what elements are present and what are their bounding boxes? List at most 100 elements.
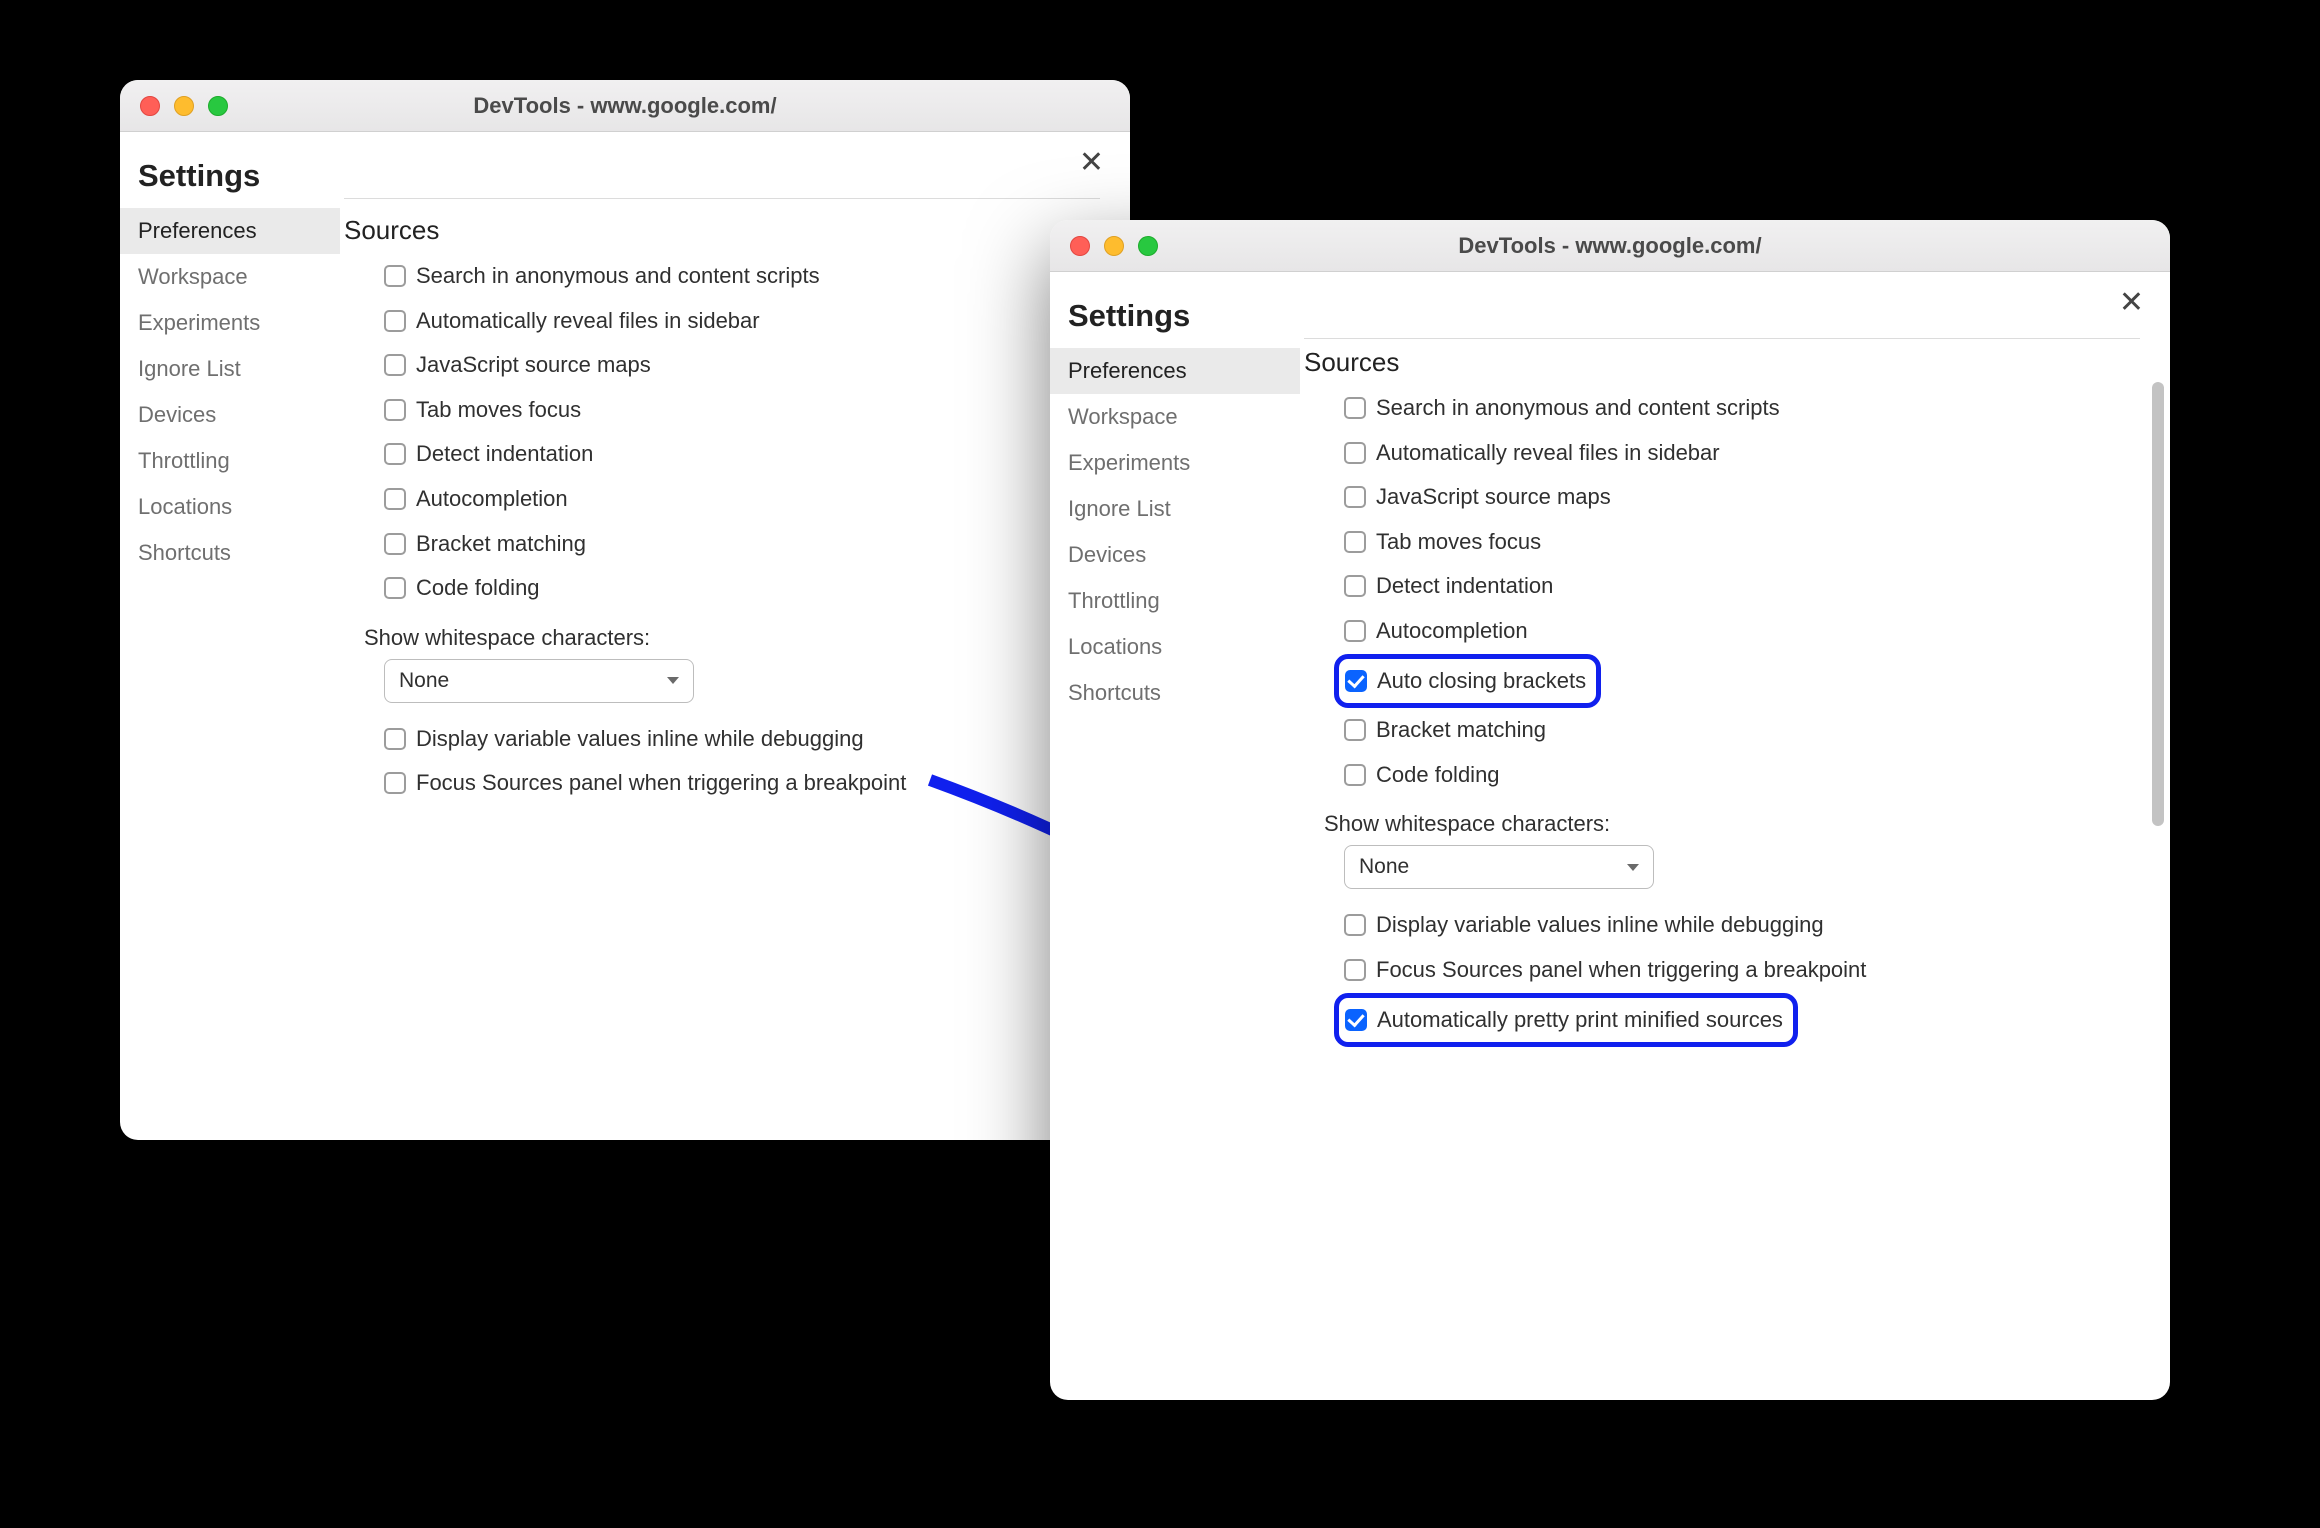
sidebar-item-locations[interactable]: Locations xyxy=(120,484,340,530)
preferences-heading: Preferences xyxy=(344,182,1100,199)
close-settings-icon[interactable]: ✕ xyxy=(1073,144,1110,182)
sidebar-item-workspace[interactable]: Workspace xyxy=(120,254,340,300)
sidebar-item-shortcuts[interactable]: Shortcuts xyxy=(1050,670,1300,716)
option-detect-indentation[interactable]: Detect indentation xyxy=(1344,564,2140,609)
checkbox-icon[interactable] xyxy=(384,533,406,555)
checkbox-icon[interactable] xyxy=(384,443,406,465)
option-display-variable-inline[interactable]: Display variable values inline while deb… xyxy=(384,717,1100,762)
checkbox-icon[interactable] xyxy=(384,488,406,510)
sidebar-item-throttling[interactable]: Throttling xyxy=(120,438,340,484)
checkbox-icon[interactable] xyxy=(384,577,406,599)
sidebar-item-shortcuts[interactable]: Shortcuts xyxy=(120,530,340,576)
sidebar-item-devices[interactable]: Devices xyxy=(1050,532,1300,578)
close-settings-icon[interactable]: ✕ xyxy=(2113,284,2150,322)
settings-sidebar: Settings Preferences Workspace Experimen… xyxy=(120,132,340,1140)
option-focus-sources-panel[interactable]: Focus Sources panel when triggering a br… xyxy=(384,761,1100,806)
settings-sidebar: Settings Preferences Workspace Experimen… xyxy=(1050,272,1300,1400)
titlebar[interactable]: DevTools - www.google.com/ xyxy=(1050,220,2170,272)
settings-heading: Settings xyxy=(1050,290,1300,348)
option-label: Autocompletion xyxy=(416,485,568,514)
checkbox-icon[interactable] xyxy=(384,728,406,750)
whitespace-select[interactable]: None xyxy=(384,659,694,703)
sidebar-item-workspace[interactable]: Workspace xyxy=(1050,394,1300,440)
sidebar-item-locations[interactable]: Locations xyxy=(1050,624,1300,670)
titlebar[interactable]: DevTools - www.google.com/ xyxy=(120,80,1130,132)
scrollbar[interactable] xyxy=(2152,382,2164,1390)
option-tab-moves-focus[interactable]: Tab moves focus xyxy=(1344,520,2140,565)
checkbox-icon[interactable] xyxy=(384,265,406,287)
checkbox-icon[interactable] xyxy=(1344,531,1366,553)
sidebar-item-experiments[interactable]: Experiments xyxy=(1050,440,1300,486)
option-label: Automatically reveal files in sidebar xyxy=(416,307,760,336)
minimize-traffic-icon[interactable] xyxy=(174,96,194,116)
checkbox-icon[interactable] xyxy=(384,310,406,332)
settings-heading: Settings xyxy=(120,150,340,208)
option-js-source-maps[interactable]: JavaScript source maps xyxy=(384,343,1100,388)
option-autocompletion[interactable]: Autocompletion xyxy=(384,477,1100,522)
sidebar-item-ignore-list[interactable]: Ignore List xyxy=(120,346,340,392)
chevron-down-icon xyxy=(667,677,679,684)
option-search-anonymous[interactable]: Search in anonymous and content scripts xyxy=(384,254,1100,299)
sidebar-item-devices[interactable]: Devices xyxy=(120,392,340,438)
checkbox-icon[interactable] xyxy=(1344,575,1366,597)
whitespace-select[interactable]: None xyxy=(1344,845,1654,889)
whitespace-label: Show whitespace characters: xyxy=(364,625,1100,651)
sidebar-item-preferences[interactable]: Preferences xyxy=(120,208,340,254)
zoom-traffic-icon[interactable] xyxy=(208,96,228,116)
checkbox-icon[interactable] xyxy=(1344,914,1366,936)
minimize-traffic-icon[interactable] xyxy=(1104,236,1124,256)
option-label: JavaScript source maps xyxy=(1376,483,1611,512)
option-display-variable-inline[interactable]: Display variable values inline while deb… xyxy=(1344,903,2140,948)
checkbox-icon[interactable] xyxy=(1344,442,1366,464)
checkbox-icon[interactable] xyxy=(1344,764,1366,786)
devtools-window-before: DevTools - www.google.com/ Settings Pref… xyxy=(120,80,1130,1140)
option-js-source-maps[interactable]: JavaScript source maps xyxy=(1344,475,2140,520)
sidebar-item-ignore-list[interactable]: Ignore List xyxy=(1050,486,1300,532)
close-traffic-icon[interactable] xyxy=(1070,236,1090,256)
scrollbar-thumb[interactable] xyxy=(2152,382,2164,826)
option-label: Detect indentation xyxy=(1376,572,1553,601)
sidebar-item-preferences[interactable]: Preferences xyxy=(1050,348,1300,394)
highlight-auto-closing-brackets: Auto closing brackets xyxy=(1334,654,1601,709)
option-label: Automatically reveal files in sidebar xyxy=(1376,439,1720,468)
option-pretty-print-minified[interactable]: Automatically pretty print minified sour… xyxy=(1345,1002,1783,1039)
close-traffic-icon[interactable] xyxy=(140,96,160,116)
traffic-lights xyxy=(120,96,228,116)
preferences-heading: Preferences xyxy=(1304,322,2140,339)
option-bracket-matching[interactable]: Bracket matching xyxy=(1344,708,2140,753)
checkbox-icon[interactable] xyxy=(1344,959,1366,981)
option-code-folding[interactable]: Code folding xyxy=(384,566,1100,611)
whitespace-value: None xyxy=(399,669,449,693)
option-label: Code folding xyxy=(1376,761,1500,790)
checkbox-icon[interactable] xyxy=(384,354,406,376)
option-focus-sources-panel[interactable]: Focus Sources panel when triggering a br… xyxy=(1344,948,2140,993)
sidebar-item-experiments[interactable]: Experiments xyxy=(120,300,340,346)
option-code-folding[interactable]: Code folding xyxy=(1344,753,2140,798)
option-label: Automatically pretty print minified sour… xyxy=(1377,1006,1783,1035)
option-label: Bracket matching xyxy=(416,530,586,559)
section-sources: Sources xyxy=(344,199,1100,254)
checkbox-icon[interactable] xyxy=(1344,486,1366,508)
checkbox-icon[interactable] xyxy=(1344,397,1366,419)
checkbox-checked-icon[interactable] xyxy=(1345,670,1367,692)
checkbox-checked-icon[interactable] xyxy=(1345,1009,1367,1031)
option-auto-closing-brackets[interactable]: Auto closing brackets xyxy=(1345,663,1586,700)
checkbox-icon[interactable] xyxy=(1344,719,1366,741)
checkbox-icon[interactable] xyxy=(1344,620,1366,642)
section-sources: Sources xyxy=(1304,339,2140,386)
option-reveal-files[interactable]: Automatically reveal files in sidebar xyxy=(384,299,1100,344)
option-search-anonymous[interactable]: Search in anonymous and content scripts xyxy=(1344,386,2140,431)
option-label: Search in anonymous and content scripts xyxy=(416,262,820,291)
option-reveal-files[interactable]: Automatically reveal files in sidebar xyxy=(1344,431,2140,476)
option-label: Focus Sources panel when triggering a br… xyxy=(416,769,906,798)
checkbox-icon[interactable] xyxy=(384,399,406,421)
sidebar-item-throttling[interactable]: Throttling xyxy=(1050,578,1300,624)
checkbox-icon[interactable] xyxy=(384,772,406,794)
option-bracket-matching[interactable]: Bracket matching xyxy=(384,522,1100,567)
zoom-traffic-icon[interactable] xyxy=(1138,236,1158,256)
option-autocompletion[interactable]: Autocompletion xyxy=(1344,609,2140,654)
option-label: Auto closing brackets xyxy=(1377,667,1586,696)
option-tab-moves-focus[interactable]: Tab moves focus xyxy=(384,388,1100,433)
option-detect-indentation[interactable]: Detect indentation xyxy=(384,432,1100,477)
option-label: Tab moves focus xyxy=(416,396,581,425)
